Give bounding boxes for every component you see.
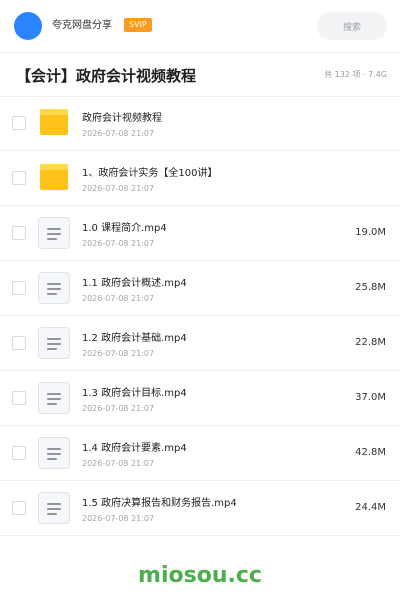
item-size: 24.4M bbox=[355, 502, 386, 513]
item-date: 2026-07-08 21:07 bbox=[82, 129, 155, 138]
item-size: 42.8M bbox=[355, 447, 386, 458]
item-name[interactable]: 1.2 政府会计基础.mp4 bbox=[82, 332, 187, 346]
avatar[interactable] bbox=[14, 12, 42, 40]
select-checkbox[interactable] bbox=[12, 336, 26, 350]
item-date: 2026-07-08 21:07 bbox=[82, 514, 155, 523]
select-checkbox[interactable] bbox=[12, 446, 26, 460]
folder-meta: 共 132 项 · 7.4G bbox=[324, 70, 387, 79]
item-size: 22.8M bbox=[355, 337, 386, 348]
video-file-icon bbox=[38, 272, 70, 304]
video-file-icon bbox=[38, 327, 70, 359]
item-date: 2026-07-08 21:07 bbox=[82, 404, 155, 413]
item-date: 2026-07-08 21:07 bbox=[82, 349, 155, 358]
select-checkbox[interactable] bbox=[12, 501, 26, 515]
share-header: 夸克网盘分享 SVIP 搜索 bbox=[0, 0, 400, 53]
list-item[interactable]: 1.0 课程简介.mp4 2026-07-08 21:07 19.0M bbox=[0, 206, 400, 261]
list-item[interactable]: 1.2 政府会计基础.mp4 2026-07-08 21:07 22.8M bbox=[0, 316, 400, 371]
item-size: 25.8M bbox=[355, 282, 386, 293]
item-size: 19.0M bbox=[355, 227, 386, 238]
item-name[interactable]: 政府会计视频教程 bbox=[82, 112, 162, 126]
item-name[interactable]: 1.5 政府决算报告和财务报告.mp4 bbox=[82, 497, 237, 511]
search-input[interactable]: 搜索 bbox=[317, 12, 387, 40]
folder-icon bbox=[40, 109, 68, 135]
item-name[interactable]: 1.3 政府会计目标.mp4 bbox=[82, 387, 187, 401]
item-date: 2026-07-08 21:07 bbox=[82, 294, 155, 303]
video-file-icon bbox=[38, 437, 70, 469]
list-item[interactable]: 1.3 政府会计目标.mp4 2026-07-08 21:07 37.0M bbox=[0, 371, 400, 426]
select-checkbox[interactable] bbox=[12, 116, 26, 130]
select-checkbox[interactable] bbox=[12, 281, 26, 295]
item-date: 2026-07-08 21:07 bbox=[82, 184, 155, 193]
select-checkbox[interactable] bbox=[12, 226, 26, 240]
list-item[interactable]: 1、政府会计实务【全100讲】 2026-07-08 21:07 bbox=[0, 151, 400, 206]
item-name[interactable]: 1.1 政府会计概述.mp4 bbox=[82, 277, 187, 291]
file-list: 政府会计视频教程 2026-07-08 21:07 1、政府会计实务【全100讲… bbox=[0, 96, 400, 536]
share-name: 夸克网盘分享 bbox=[52, 20, 112, 31]
watermark-text: miosou.cc bbox=[138, 563, 262, 588]
item-date: 2026-07-08 21:07 bbox=[82, 459, 155, 468]
video-file-icon bbox=[38, 492, 70, 524]
item-name[interactable]: 1.4 政府会计要素.mp4 bbox=[82, 442, 187, 456]
item-size: 37.0M bbox=[355, 392, 386, 403]
list-item[interactable]: 1.5 政府决算报告和财务报告.mp4 2026-07-08 21:07 24.… bbox=[0, 481, 400, 536]
list-item[interactable]: 1.1 政府会计概述.mp4 2026-07-08 21:07 25.8M bbox=[0, 261, 400, 316]
list-item[interactable]: 1.4 政府会计要素.mp4 2026-07-08 21:07 42.8M bbox=[0, 426, 400, 481]
folder-icon bbox=[40, 164, 68, 190]
item-name[interactable]: 1、政府会计实务【全100讲】 bbox=[82, 167, 217, 181]
folder-title-bar: 【会计】政府会计视频教程 共 132 项 · 7.4G bbox=[0, 52, 400, 97]
list-item[interactable]: 政府会计视频教程 2026-07-08 21:07 bbox=[0, 96, 400, 151]
page-title: 【会计】政府会计视频教程 bbox=[16, 67, 197, 85]
video-file-icon bbox=[38, 217, 70, 249]
select-checkbox[interactable] bbox=[12, 391, 26, 405]
video-file-icon bbox=[38, 382, 70, 414]
svip-badge: SVIP bbox=[124, 18, 152, 32]
item-name[interactable]: 1.0 课程简介.mp4 bbox=[82, 222, 167, 236]
item-date: 2026-07-08 21:07 bbox=[82, 239, 155, 248]
select-checkbox[interactable] bbox=[12, 171, 26, 185]
